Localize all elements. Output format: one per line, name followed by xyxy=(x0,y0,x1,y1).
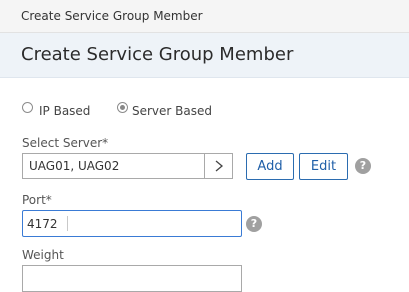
page-header: Create Service Group Member xyxy=(0,33,409,78)
weight-input[interactable] xyxy=(22,265,242,292)
select-server-value: UAG01, UAG02 xyxy=(29,159,120,173)
edit-server-button[interactable]: Edit xyxy=(299,153,348,180)
radio-server-based-label: Server Based xyxy=(132,104,213,118)
window-title-bar: Create Service Group Member xyxy=(0,0,409,33)
radio-ip-based-indicator[interactable] xyxy=(22,102,33,113)
select-server-open-button[interactable] xyxy=(204,154,232,178)
weight-label: Weight xyxy=(22,248,64,262)
select-server-field[interactable]: UAG01, UAG02 xyxy=(22,153,233,179)
select-server-label: Select Server* xyxy=(22,136,109,150)
page-title: Create Service Group Member xyxy=(21,44,294,65)
text-cursor xyxy=(67,216,68,231)
port-input[interactable]: 4172 xyxy=(22,210,242,237)
radio-server-based-indicator[interactable] xyxy=(117,102,128,113)
window-title: Create Service Group Member xyxy=(21,9,203,23)
chevron-right-icon xyxy=(215,160,224,172)
port-value: 4172 xyxy=(27,217,58,231)
add-server-button[interactable]: Add xyxy=(246,153,294,180)
radio-ip-based-label: IP Based xyxy=(39,104,91,118)
help-icon[interactable]: ? xyxy=(355,158,371,174)
port-label: Port* xyxy=(22,193,52,207)
help-icon[interactable]: ? xyxy=(246,216,262,232)
